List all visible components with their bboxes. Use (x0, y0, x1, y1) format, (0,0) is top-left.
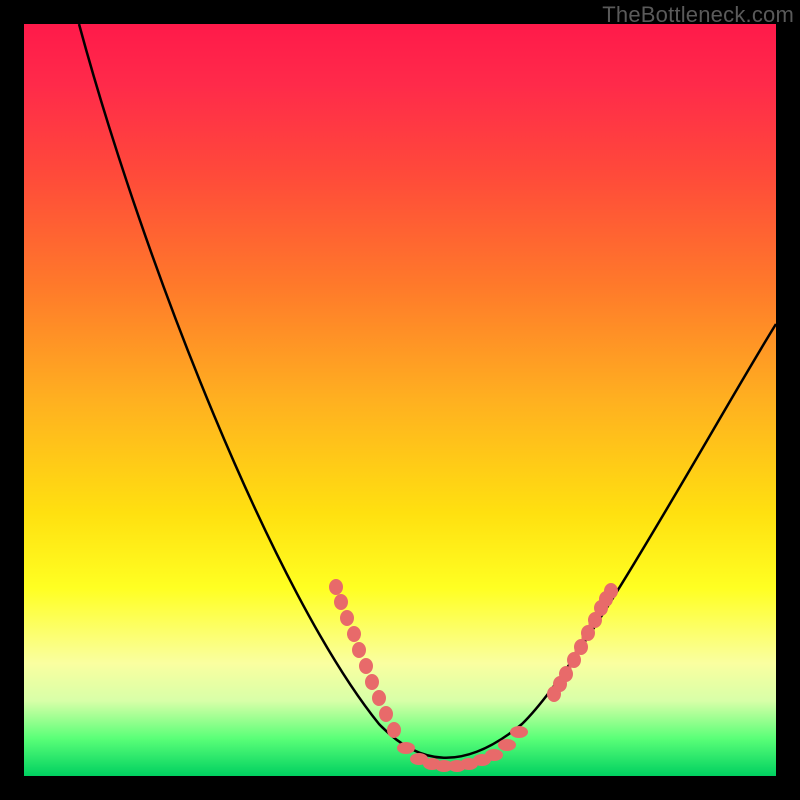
plot-area (24, 24, 776, 776)
data-marker (352, 642, 366, 658)
data-marker (372, 690, 386, 706)
data-marker (387, 722, 401, 738)
data-marker (498, 739, 516, 751)
data-marker (397, 742, 415, 754)
marker-group-left (329, 579, 401, 738)
data-marker (365, 674, 379, 690)
data-marker (379, 706, 393, 722)
chart-container: TheBottleneck.com (0, 0, 800, 800)
data-marker (604, 583, 618, 599)
data-marker (340, 610, 354, 626)
watermark-text: TheBottleneck.com (602, 2, 794, 28)
bottleneck-curve (79, 24, 776, 758)
chart-svg (24, 24, 776, 776)
data-marker (347, 626, 361, 642)
data-marker (329, 579, 343, 595)
data-marker (485, 749, 503, 761)
data-marker (510, 726, 528, 738)
data-marker (334, 594, 348, 610)
data-marker (359, 658, 373, 674)
marker-group-trough (397, 726, 528, 772)
